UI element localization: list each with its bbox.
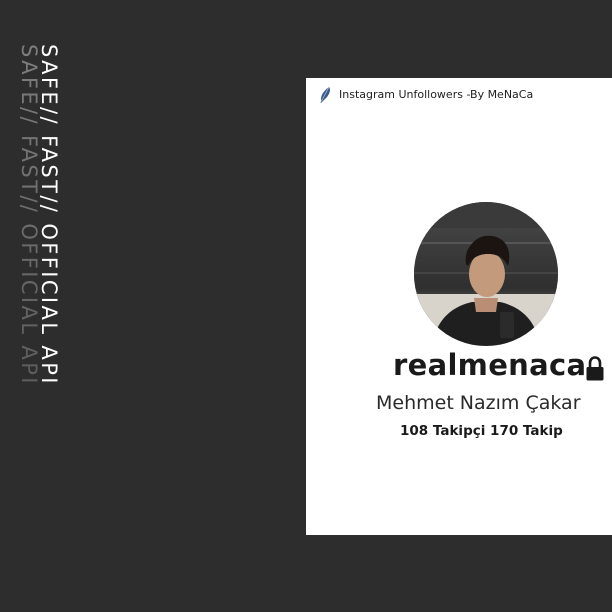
username: realmenaca [393,348,587,382]
tagline: SAFE// FAST// OFFICIAL API SAFE// FAST//… [0,0,80,612]
lock-icon [586,356,604,381]
full-name: Mehmet Nazım Çakar [376,392,581,414]
follow-stats: 108 Takipçi 170 Takip [400,423,563,439]
tagline-text: SAFE// FAST// OFFICIAL API [37,44,61,386]
profile-avatar [414,202,558,346]
window-title: Instagram Unfollowers -By MeNaCa [339,88,534,101]
feather-icon [320,86,330,103]
title-bar[interactable]: Instagram Unfollowers -By MeNaCa [306,78,612,112]
app-window: Instagram Unfollowers -By MeNaCa realmen… [306,78,612,535]
username-row: realmenaca [306,346,612,386]
